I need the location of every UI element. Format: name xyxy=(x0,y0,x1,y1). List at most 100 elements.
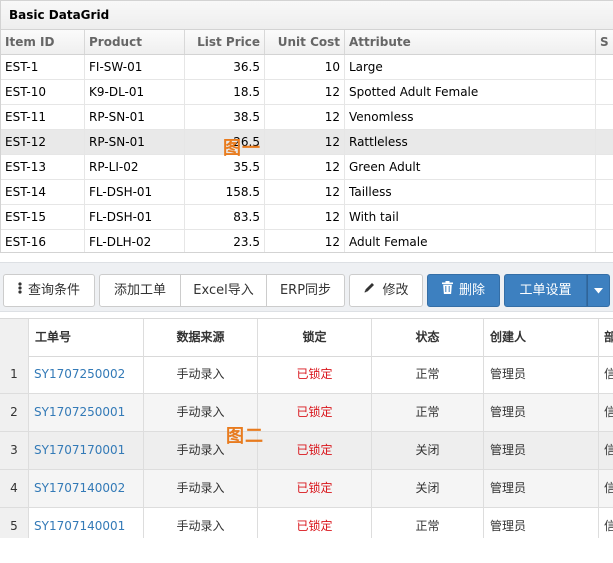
cell-attribute: Rattleless xyxy=(345,130,596,154)
row-number: 2 xyxy=(0,394,29,431)
cell-product: FL-DSH-01 xyxy=(85,180,185,204)
cell-attribute: With tail xyxy=(345,205,596,229)
table-row[interactable]: 5 SY1707140001 手动录入 已锁定 正常 管理员 信 xyxy=(0,508,613,538)
cell-department: 信 xyxy=(599,470,613,507)
cell-item-id: EST-16 xyxy=(1,230,85,252)
grid2-header-row: 工单号 数据来源 锁定 状态 创建人 部 xyxy=(0,319,613,357)
edit-label: 修改 xyxy=(382,283,409,298)
cell-product: RP-SN-01 xyxy=(85,130,185,154)
table-row[interactable]: 1 SY1707250002 手动录入 已锁定 正常 管理员 信 xyxy=(0,356,613,394)
grid1-header-row: Item ID Product List Price Unit Cost Att… xyxy=(1,30,613,55)
column-header-product[interactable]: Product xyxy=(85,30,185,54)
cell-unit-cost: 12 xyxy=(265,180,345,204)
cell-department: 信 xyxy=(599,508,613,538)
order-number-link[interactable]: SY1707140001 xyxy=(29,508,144,538)
edit-button[interactable]: 修改 xyxy=(349,274,423,307)
cell-product: RP-LI-02 xyxy=(85,155,185,179)
cell-creator: 管理员 xyxy=(484,356,599,393)
cell-status: 正常 xyxy=(372,508,484,538)
table-row[interactable]: EST-16 FL-DLH-02 23.5 12 Adult Female xyxy=(1,230,613,252)
cell-item-id: EST-14 xyxy=(1,180,85,204)
table-row[interactable]: EST-10 K9-DL-01 18.5 12 Spotted Adult Fe… xyxy=(1,80,613,105)
toolbar: 查询条件 添加工单 Excel导入 ERP同步 修改 删除 工单设置 xyxy=(0,262,613,312)
delete-button[interactable]: 删除 xyxy=(427,274,500,307)
vertical-ellipsis-icon xyxy=(18,275,22,306)
cell-list-price: 158.5 xyxy=(185,180,265,204)
cell-product: FL-DLH-02 xyxy=(85,230,185,252)
cell-creator: 管理员 xyxy=(484,508,599,538)
cell-status xyxy=(596,130,613,154)
table-row[interactable]: EST-14 FL-DSH-01 158.5 12 Tailless xyxy=(1,180,613,205)
cell-creator: 管理员 xyxy=(484,470,599,507)
cell-item-id: EST-13 xyxy=(1,155,85,179)
table-row-selected[interactable]: EST-12 RP-SN-01 26.5 12 Rattleless xyxy=(1,130,613,155)
column-header-item-id[interactable]: Item ID xyxy=(1,30,85,54)
column-header-attribute[interactable]: Attribute xyxy=(345,30,596,54)
table-row[interactable]: EST-1 FI-SW-01 36.5 10 Large xyxy=(1,55,613,80)
cell-product: RP-SN-01 xyxy=(85,105,185,129)
cell-status xyxy=(596,80,613,104)
cell-attribute: Green Adult xyxy=(345,155,596,179)
cell-status xyxy=(596,230,613,252)
cell-creator: 管理员 xyxy=(484,432,599,469)
cell-list-price: 36.5 xyxy=(185,55,265,79)
query-conditions-label: 查询条件 xyxy=(27,283,80,298)
cell-list-price: 23.5 xyxy=(185,230,265,252)
order-number-link[interactable]: SY1707250001 xyxy=(29,394,144,431)
cell-data-source: 手动录入 xyxy=(144,508,258,538)
annotation-figure-one: 图一 xyxy=(223,138,261,159)
cell-status xyxy=(596,155,613,179)
cell-item-id: EST-15 xyxy=(1,205,85,229)
add-work-order-button[interactable]: 添加工单 xyxy=(99,274,181,307)
order-number-link[interactable]: SY1707170001 xyxy=(29,432,144,469)
cell-attribute: Spotted Adult Female xyxy=(345,80,596,104)
column-header-list-price[interactable]: List Price xyxy=(185,30,265,54)
erp-sync-button[interactable]: ERP同步 xyxy=(267,274,345,307)
table-row[interactable]: EST-15 FL-DSH-01 83.5 12 With tail xyxy=(1,205,613,230)
column-header-order-no[interactable]: 工单号 xyxy=(29,319,144,356)
cell-status xyxy=(596,55,613,79)
cell-list-price: 38.5 xyxy=(185,105,265,129)
cell-unit-cost: 12 xyxy=(265,105,345,129)
cell-attribute: Venomless xyxy=(345,105,596,129)
column-header-status-partial[interactable]: S xyxy=(596,30,613,54)
table-row-hovered[interactable]: 3 SY1707170001 手动录入 已锁定 关闭 管理员 信 xyxy=(0,432,613,470)
table-row[interactable]: 4 SY1707140002 手动录入 已锁定 关闭 管理员 信 xyxy=(0,470,613,508)
cell-status: 正常 xyxy=(372,394,484,431)
cell-status: 关闭 xyxy=(372,432,484,469)
work-order-grid: 工单号 数据来源 锁定 状态 创建人 部 1 SY1707250002 手动录入… xyxy=(0,318,613,538)
excel-import-button[interactable]: Excel导入 xyxy=(181,274,267,307)
column-header-department-partial[interactable]: 部 xyxy=(599,319,613,356)
table-row[interactable]: 2 SY1707250001 手动录入 已锁定 正常 管理员 信 xyxy=(0,394,613,432)
cell-data-source: 手动录入 xyxy=(144,470,258,507)
table-row[interactable]: EST-13 RP-LI-02 35.5 12 Green Adult xyxy=(1,155,613,180)
order-number-link[interactable]: SY1707250002 xyxy=(29,356,144,393)
column-header-unit-cost[interactable]: Unit Cost xyxy=(265,30,345,54)
row-number: 5 xyxy=(0,508,29,538)
delete-label: 删除 xyxy=(458,283,485,298)
column-header-locked[interactable]: 锁定 xyxy=(258,319,372,356)
cell-status xyxy=(596,180,613,204)
query-conditions-button[interactable]: 查询条件 xyxy=(3,274,95,307)
cell-unit-cost: 12 xyxy=(265,155,345,179)
settings-dropdown-toggle[interactable] xyxy=(587,274,610,307)
row-number-header xyxy=(0,319,29,356)
column-header-creator[interactable]: 创建人 xyxy=(484,319,599,356)
trash-icon xyxy=(441,275,453,306)
work-order-settings-button[interactable]: 工单设置 xyxy=(504,274,587,307)
cell-unit-cost: 10 xyxy=(265,55,345,79)
row-number: 4 xyxy=(0,470,29,507)
cell-locked: 已锁定 xyxy=(258,394,372,431)
table-row[interactable]: EST-11 RP-SN-01 38.5 12 Venomless xyxy=(1,105,613,130)
column-header-status[interactable]: 状态 xyxy=(372,319,484,356)
cell-item-id: EST-1 xyxy=(1,55,85,79)
order-number-link[interactable]: SY1707140002 xyxy=(29,470,144,507)
cell-data-source: 手动录入 xyxy=(144,356,258,393)
cell-locked: 已锁定 xyxy=(258,470,372,507)
cell-item-id: EST-11 xyxy=(1,105,85,129)
column-header-data-source[interactable]: 数据来源 xyxy=(144,319,258,356)
cell-product: K9-DL-01 xyxy=(85,80,185,104)
row-number: 3 xyxy=(0,432,29,469)
cell-unit-cost: 12 xyxy=(265,230,345,252)
cell-status xyxy=(596,205,613,229)
